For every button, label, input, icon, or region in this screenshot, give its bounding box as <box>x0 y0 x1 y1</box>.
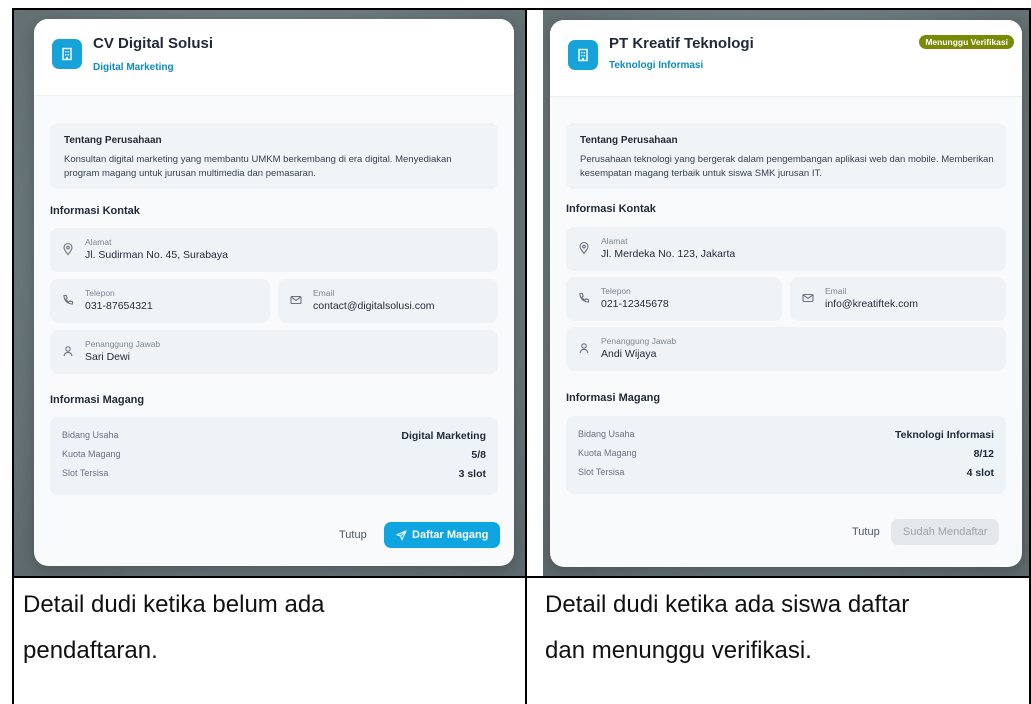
company-detail-modal: CV Digital Solusi Digital Marketing Tent… <box>34 19 514 566</box>
phone-box: Telepon 031-87654321 <box>50 279 270 323</box>
table-row: Slot Tersisa 4 slot <box>578 467 994 481</box>
row-value: Teknologi Informasi <box>895 429 994 441</box>
pic-label: Penanggung Jawab <box>85 339 161 349</box>
document-table: CV Digital Solusi Digital Marketing Tent… <box>0 0 1031 704</box>
magang-info-box: Bidang Usaha Teknologi Informasi Kuota M… <box>566 416 1006 494</box>
register-button[interactable]: Daftar Magang <box>384 522 501 548</box>
email-box: Email info@kreatiftek.com <box>790 277 1006 321</box>
company-detail-modal: PT Kreatif Teknologi Teknologi Informasi… <box>550 20 1022 567</box>
email-box: Email contact@digitalsolusi.com <box>278 279 498 323</box>
modal-header: CV Digital Solusi Digital Marketing <box>34 19 514 96</box>
caption-right-line-1: Detail dudi ketika ada siswa daftar <box>545 591 910 618</box>
right-screenshot: PT Kreatif Teknologi Teknologi Informasi… <box>543 10 1029 576</box>
company-name: CV Digital Solusi <box>93 35 214 52</box>
about-title: Tentang Perusahaan <box>580 135 678 146</box>
table-row: Slot Tersisa 3 slot <box>62 468 486 482</box>
company-field: Digital Marketing <box>93 62 174 73</box>
about-title: Tentang Perusahaan <box>64 135 162 146</box>
magang-info-box: Bidang Usaha Digital Marketing Kuota Mag… <box>50 417 498 495</box>
email-label: Email <box>825 286 847 296</box>
address-value: Jl. Merdeka No. 123, Jakarta <box>601 248 736 260</box>
phone-value: 021-12345678 <box>601 298 669 310</box>
phone-icon <box>63 294 74 305</box>
email-value: info@kreatiftek.com <box>825 298 918 310</box>
map-pin-icon <box>579 241 589 255</box>
contact-section-title: Informasi Kontak <box>50 205 140 217</box>
row-value: 8/12 <box>973 448 994 460</box>
company-name: PT Kreatif Teknologi <box>609 35 754 52</box>
about-text: Konsultan digital marketing yang membant… <box>64 154 452 179</box>
contact-section-title: Informasi Kontak <box>566 203 656 215</box>
address-box: Alamat Jl. Merdeka No. 123, Jakarta <box>566 227 1006 271</box>
phone-icon <box>579 292 590 303</box>
mail-icon <box>802 293 814 303</box>
phone-label: Telepon <box>85 288 115 298</box>
building-icon <box>52 39 82 69</box>
caption-left-line-2: pendaftaran. <box>23 637 158 664</box>
row-label: Bidang Usaha <box>62 430 119 440</box>
user-icon <box>63 346 73 357</box>
row-label: Slot Tersisa <box>62 468 109 478</box>
magang-section-title: Informasi Magang <box>566 392 661 404</box>
mail-icon <box>290 295 302 305</box>
status-badge: Menunggu Verifikasi <box>919 35 1014 49</box>
table-border-center <box>525 8 527 704</box>
about-section: Tentang Perusahaan Perusahaan teknologi … <box>566 123 1006 189</box>
already-registered-button: Sudah Mendaftar <box>891 519 1000 545</box>
caption-left-line-1: Detail dudi ketika belum ada <box>23 591 325 618</box>
map-pin-icon <box>63 242 73 256</box>
magang-section-title: Informasi Magang <box>50 394 145 406</box>
modal-header: PT Kreatif Teknologi Teknologi Informasi… <box>550 20 1022 97</box>
close-button[interactable]: Tutup <box>842 519 890 545</box>
close-button[interactable]: Tutup <box>329 522 377 548</box>
address-box: Alamat Jl. Sudirman No. 45, Surabaya <box>50 228 498 272</box>
phone-value: 031-87654321 <box>85 300 153 312</box>
pic-value: Sari Dewi <box>85 351 130 363</box>
phone-label: Telepon <box>601 286 631 296</box>
user-icon <box>579 343 589 354</box>
company-field: Teknologi Informasi <box>609 60 704 71</box>
row-value: Digital Marketing <box>401 430 486 442</box>
caption-left: Detail dudi ketika belum ada pendaftaran… <box>23 582 325 674</box>
caption-right-line-2: dan menunggu verifikasi. <box>545 637 812 664</box>
row-label: Slot Tersisa <box>578 467 625 477</box>
email-label: Email <box>313 288 335 298</box>
table-row: Kuota Magang 5/8 <box>62 449 486 463</box>
row-value: 3 slot <box>458 468 486 480</box>
pic-label: Penanggung Jawab <box>601 336 677 346</box>
pic-box: Penanggung Jawab Andi Wijaya <box>566 327 1006 371</box>
send-icon <box>396 529 407 540</box>
pic-value: Andi Wijaya <box>601 348 657 360</box>
table-border-middle <box>12 576 1031 578</box>
table-row: Bidang Usaha Teknologi Informasi <box>578 429 994 443</box>
pic-box: Penanggung Jawab Sari Dewi <box>50 330 498 374</box>
address-label: Alamat <box>601 236 628 246</box>
address-value: Jl. Sudirman No. 45, Surabaya <box>85 249 228 261</box>
row-value: 4 slot <box>966 467 994 479</box>
about-text: Perusahaan teknologi yang bergerak dalam… <box>580 154 994 179</box>
row-value: 5/8 <box>471 449 486 461</box>
row-label: Bidang Usaha <box>578 429 635 439</box>
table-row: Bidang Usaha Digital Marketing <box>62 430 486 444</box>
email-value: contact@digitalsolusi.com <box>313 300 435 312</box>
about-section: Tentang Perusahaan Konsultan digital mar… <box>50 123 498 189</box>
row-label: Kuota Magang <box>62 449 121 459</box>
table-row: Kuota Magang 8/12 <box>578 448 994 462</box>
left-screenshot: CV Digital Solusi Digital Marketing Tent… <box>14 10 525 576</box>
address-label: Alamat <box>85 237 112 247</box>
row-label: Kuota Magang <box>578 448 637 458</box>
building-icon <box>568 40 598 70</box>
caption-right: Detail dudi ketika ada siswa daftar dan … <box>545 582 909 674</box>
phone-box: Telepon 021-12345678 <box>566 277 782 321</box>
register-button-label: Daftar Magang <box>412 529 489 541</box>
